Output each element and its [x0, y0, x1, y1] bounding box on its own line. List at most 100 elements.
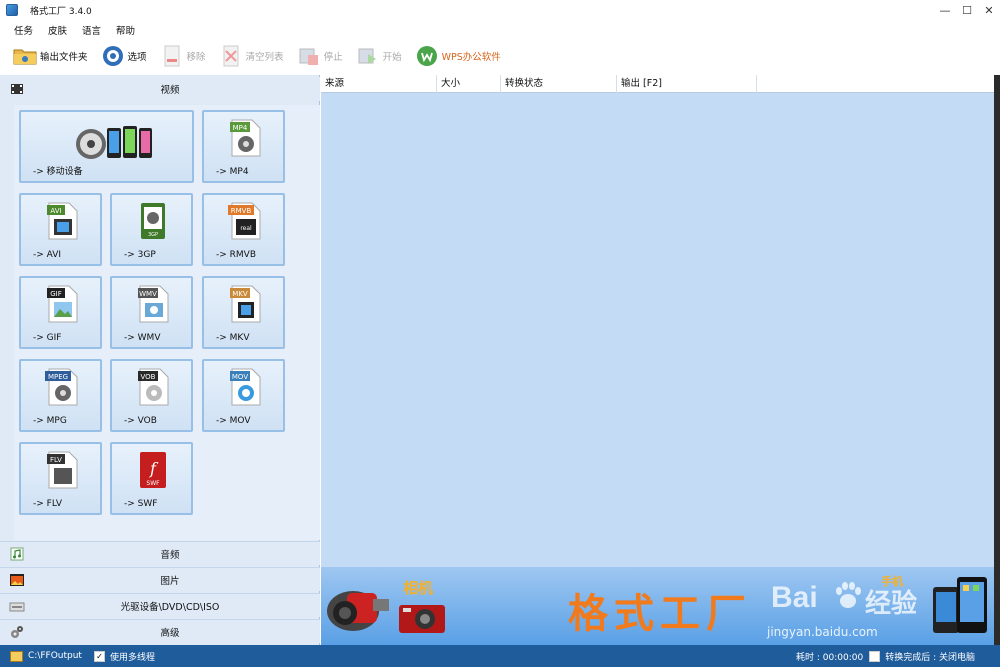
remove-button[interactable]: 移除	[159, 43, 206, 69]
output-folder-button[interactable]: 输出文件夹	[12, 43, 88, 69]
menu-skin[interactable]: 皮肤	[48, 23, 67, 37]
tile-mp4[interactable]: MP4 -> MP4	[202, 110, 285, 183]
elapsed-time: 耗时 : 00:00:00	[796, 652, 864, 663]
task-list-header: 来源 大小 转换状态 输出 [F2]	[321, 75, 994, 93]
brand-title: 格式工厂	[568, 591, 752, 637]
tile-mobile-device[interactable]: -> 移动设备	[19, 110, 194, 183]
video-format-grid: -> 移动设备 MP4 -> MP4 AVI -> AVI 3GP -> 3GP…	[14, 105, 320, 540]
start-icon	[355, 43, 381, 69]
tile-label: -> 移动设备	[33, 167, 83, 177]
phone-label: 手机	[881, 575, 903, 588]
output-path[interactable]: C:\FFOutput	[28, 651, 82, 661]
category-audio[interactable]: 音频	[0, 541, 320, 565]
status-bar: C:\FFOutput ✓ 使用多线程 耗时 : 00:00:00 转换完成后 …	[0, 645, 1000, 667]
wps-office-button[interactable]: WPS办公软件	[414, 43, 501, 69]
menu-help[interactable]: 帮助	[116, 23, 135, 37]
3gp-file-icon: 3GP	[136, 201, 170, 244]
category-advanced-label: 高级	[160, 627, 180, 639]
category-video[interactable]: 视频	[0, 77, 320, 101]
mp4-file-icon: MP4	[228, 118, 262, 161]
clear-list-label: 清空列表	[245, 52, 284, 63]
category-image[interactable]: 图片	[0, 567, 320, 591]
watermark-url: jingyan.baidu.com	[767, 625, 878, 639]
category-rom-device[interactable]: 光驱设备\DVD\CD\ISO	[0, 593, 320, 617]
gif-file-icon: GIF	[45, 284, 79, 327]
multithread-checkbox[interactable]: ✓	[93, 650, 105, 662]
clear-list-button[interactable]: 清空列表	[218, 43, 284, 69]
start-button[interactable]: 开始	[355, 43, 402, 69]
minimize-button[interactable]: —	[934, 0, 956, 20]
svg-text:FLV: FLV	[50, 456, 62, 464]
tile-gif[interactable]: GIF -> GIF	[19, 276, 102, 349]
output-folder-icon[interactable]	[10, 650, 23, 662]
tile-label: -> VOB	[124, 416, 157, 426]
tile-rmvb[interactable]: RMVB real -> RMVB	[202, 193, 285, 266]
svg-text:WMV: WMV	[139, 290, 157, 298]
column-status[interactable]: 转换状态	[501, 75, 617, 93]
maximize-button[interactable]: ☐	[956, 0, 978, 20]
watermark-text: Bai	[771, 581, 818, 614]
video-camera-icon	[325, 579, 395, 640]
category-audio-label: 音频	[160, 549, 180, 561]
ad-banner[interactable]: 相机 格式工厂 Bai 经验 手机 jingyan.baidu.com	[321, 567, 994, 645]
folder-icon	[12, 43, 38, 69]
wps-icon	[414, 43, 440, 69]
swf-file-icon: f SWF	[136, 450, 170, 493]
tile-label: -> MPG	[33, 416, 67, 426]
options-icon	[100, 43, 126, 69]
mpg-file-icon: MPEG	[43, 367, 81, 410]
tile-label: -> FLV	[33, 499, 63, 509]
stop-button[interactable]: 停止	[296, 43, 343, 69]
wmv-file-icon: WMV	[136, 284, 170, 327]
mov-file-icon: MOV	[228, 367, 262, 410]
svg-text:MPEG: MPEG	[48, 373, 68, 381]
task-list[interactable]: 来源 大小 转换状态 输出 [F2]	[321, 75, 994, 567]
svg-text:real: real	[240, 225, 252, 232]
tile-mpg[interactable]: MPEG -> MPG	[19, 359, 102, 432]
column-source[interactable]: 来源	[321, 75, 437, 93]
multithread-label: 使用多线程	[109, 652, 155, 663]
remove-label: 移除	[186, 52, 206, 63]
column-output[interactable]: 输出 [F2]	[617, 75, 757, 93]
tile-label: -> WMV	[124, 333, 161, 343]
menu-language[interactable]: 语言	[82, 23, 101, 37]
tile-label: -> GIF	[33, 333, 62, 343]
svg-text:MKV: MKV	[232, 290, 248, 298]
tile-flv[interactable]: FLV -> FLV	[19, 442, 102, 515]
paw-icon	[831, 579, 865, 616]
svg-text:VOB: VOB	[141, 373, 156, 381]
remove-icon	[159, 43, 185, 69]
tile-mov[interactable]: MOV -> MOV	[202, 359, 285, 432]
tile-wmv[interactable]: WMV -> WMV	[110, 276, 193, 349]
column-size[interactable]: 大小	[437, 75, 501, 93]
vob-file-icon: VOB	[136, 367, 170, 410]
toolbar: 输出文件夹 选项 移除 清空列表 停止 开始 WPS办公软件	[0, 40, 1000, 72]
tile-label: -> RMVB	[216, 250, 256, 260]
output-folder-label: 输出文件夹	[40, 52, 88, 63]
window-title: 格式工厂 3.4.0	[30, 6, 92, 17]
rmvb-file-icon: RMVB real	[226, 201, 264, 244]
tile-label: -> MKV	[216, 333, 250, 343]
menu-bar: 任务 皮肤 语言 帮助	[0, 20, 1000, 40]
close-button[interactable]: ✕	[978, 0, 1000, 20]
options-button[interactable]: 选项	[100, 43, 147, 69]
menu-task[interactable]: 任务	[14, 23, 33, 37]
tile-swf[interactable]: f SWF -> SWF	[110, 442, 193, 515]
category-image-label: 图片	[160, 575, 180, 587]
avi-file-icon: AVI	[45, 201, 79, 244]
camera-icon	[397, 601, 447, 638]
category-rom-label: 光驱设备\DVD\CD\ISO	[120, 601, 220, 613]
svg-text:MOV: MOV	[232, 373, 248, 381]
tile-avi[interactable]: AVI -> AVI	[19, 193, 102, 266]
stop-label: 停止	[323, 52, 343, 63]
tile-mkv[interactable]: MKV -> MKV	[202, 276, 285, 349]
flv-file-icon: FLV	[45, 450, 79, 493]
options-label: 选项	[127, 52, 147, 63]
category-advanced[interactable]: 高级	[0, 619, 320, 643]
tile-vob[interactable]: VOB -> VOB	[110, 359, 193, 432]
after-convert-checkbox[interactable]	[869, 650, 881, 662]
tile-label: -> MP4	[216, 167, 249, 177]
tile-3gp[interactable]: 3GP -> 3GP	[110, 193, 193, 266]
tile-label: -> MOV	[216, 416, 251, 426]
window-edge	[994, 75, 1000, 645]
